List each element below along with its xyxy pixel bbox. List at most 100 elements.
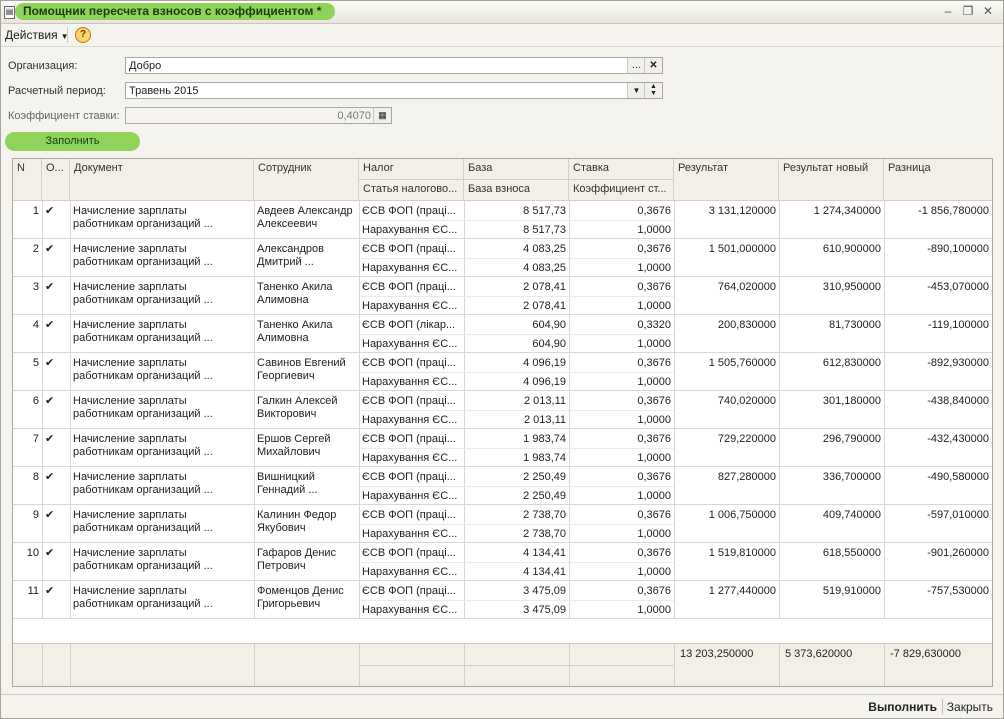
header-tax[interactable]: Налог — [359, 159, 464, 180]
checkmark-icon[interactable]: ✔ — [42, 433, 70, 446]
org-value: Добро — [129, 60, 162, 72]
cell-rate: 0,3676 — [637, 433, 671, 445]
checkmark-icon[interactable]: ✔ — [42, 585, 70, 598]
cell-res: 3 131,120000 — [708, 205, 776, 217]
dropdown-arrow-icon[interactable]: ▼ — [627, 83, 645, 98]
footer-divider — [70, 644, 71, 686]
cell-base: 2 250,49 — [523, 471, 566, 483]
cell-n: 4 — [32, 319, 39, 331]
cell-tax-sub: Нарахування ЄС... — [362, 528, 458, 540]
header-rate-coefficient[interactable]: Коэффициент ст... — [569, 180, 674, 201]
cell-doc-line1: Начисление зарплаты — [73, 395, 187, 407]
cell-tax-sub: Нарахування ЄС... — [362, 414, 458, 426]
checkmark-icon[interactable]: ✔ — [42, 243, 70, 256]
cell-tax-sub: Нарахування ЄС... — [362, 300, 458, 312]
header-contribution-base[interactable]: База взноса — [464, 180, 569, 201]
cell-diff: -438,840000 — [927, 395, 989, 407]
spin-icon[interactable]: ▲ ▼ — [644, 83, 662, 98]
close-icon[interactable]: ✕ — [979, 3, 997, 19]
minimize-icon[interactable]: – — [939, 3, 957, 19]
cell-base-sub: 2 013,11 — [523, 414, 566, 426]
cell-emp-line2: Викторович — [257, 408, 317, 420]
cell-tax: ЄСВ ФОП (праці... — [362, 509, 456, 521]
cell-rate-sub: 1,0000 — [637, 338, 671, 350]
cell-n: 5 — [32, 357, 39, 369]
checkmark-icon[interactable]: ✔ — [42, 281, 70, 294]
footer-divider — [674, 644, 675, 686]
checkmark-icon[interactable]: ✔ — [42, 357, 70, 370]
cell-base: 2 738,70 — [523, 509, 566, 521]
cell-resnew: 1 274,340000 — [813, 205, 881, 217]
header-o[interactable]: О... — [42, 159, 70, 201]
row-divider — [13, 238, 992, 239]
row-subdivider — [359, 562, 674, 563]
header-rate[interactable]: Ставка — [569, 159, 674, 180]
cell-doc-line1: Начисление зарплаты — [73, 319, 187, 331]
cell-doc-line2: работникам организаций ... — [73, 560, 213, 572]
cell-emp-line1: Таненко Акила — [257, 281, 333, 293]
header-difference[interactable]: Разница — [884, 159, 992, 201]
checkmark-icon[interactable]: ✔ — [42, 547, 70, 560]
cell-base: 2 078,41 — [523, 281, 566, 293]
cell-rate-sub: 1,0000 — [637, 300, 671, 312]
calculator-icon[interactable]: ▦ — [373, 108, 391, 123]
cell-resnew: 81,730000 — [829, 319, 881, 331]
close-button[interactable]: Закрыть — [947, 700, 993, 714]
org-field[interactable]: Добро … ✕ — [125, 57, 663, 74]
header-base[interactable]: База — [464, 159, 569, 180]
cell-base-sub: 3 475,09 — [523, 604, 566, 616]
cell-res: 740,020000 — [717, 395, 776, 407]
checkmark-icon[interactable]: ✔ — [42, 395, 70, 408]
header-result-new[interactable]: Результат новый — [779, 159, 884, 201]
cell-diff: -890,100000 — [927, 243, 989, 255]
data-grid: N О... Документ Сотрудник Налог Статья н… — [12, 158, 993, 687]
cell-tax: ЄСВ ФОП (праці... — [362, 433, 456, 445]
clear-icon[interactable]: ✕ — [644, 58, 662, 73]
cell-rate: 0,3676 — [637, 471, 671, 483]
cell-n: 2 — [32, 243, 39, 255]
cell-doc-line2: работникам организаций ... — [73, 294, 213, 306]
row-subdivider — [359, 220, 674, 221]
cell-base-sub: 2 078,41 — [523, 300, 566, 312]
select-ellipsis-icon[interactable]: … — [627, 58, 645, 73]
cell-resnew: 618,550000 — [822, 547, 881, 559]
cell-diff: -901,260000 — [927, 547, 989, 559]
cell-diff: -490,580000 — [927, 471, 989, 483]
header-n[interactable]: N — [13, 159, 42, 201]
checkmark-icon[interactable]: ✔ — [42, 319, 70, 332]
cell-tax-sub: Нарахування ЄС... — [362, 224, 458, 236]
coef-value: 0,4070 — [337, 110, 371, 122]
cell-emp-line2: Геннадий ... — [257, 484, 318, 496]
cell-tax-sub: Нарахування ЄС... — [362, 490, 458, 502]
cell-emp-line2: Якубович — [257, 522, 306, 534]
header-document[interactable]: Документ — [70, 159, 254, 201]
checkmark-icon[interactable]: ✔ — [42, 205, 70, 218]
cell-res: 1 505,760000 — [708, 357, 776, 369]
coef-field[interactable]: 0,4070 ▦ — [125, 107, 392, 124]
actions-menu[interactable]: Действия ▼ — [5, 27, 69, 43]
cell-diff: -432,430000 — [927, 433, 989, 445]
restore-icon[interactable]: ❐ — [959, 3, 977, 19]
header-employee[interactable]: Сотрудник — [254, 159, 359, 201]
row-subdivider — [359, 410, 674, 411]
header-result[interactable]: Результат — [674, 159, 779, 201]
cell-emp-line2: Григорьевич — [257, 598, 321, 610]
cell-base: 1 983,74 — [523, 433, 566, 445]
row-divider — [13, 504, 992, 505]
execute-button[interactable]: Выполнить — [868, 700, 937, 714]
period-field[interactable]: Травень 2015 ▼ ▲ ▼ — [125, 82, 663, 99]
help-icon[interactable]: ? — [75, 27, 91, 43]
checkmark-icon[interactable]: ✔ — [42, 471, 70, 484]
cell-resnew: 310,950000 — [822, 281, 881, 293]
cell-doc-line1: Начисление зарплаты — [73, 585, 187, 597]
cell-res: 729,220000 — [717, 433, 776, 445]
cell-rate: 0,3676 — [637, 395, 671, 407]
cell-diff: -1 856,780000 — [918, 205, 989, 217]
checkmark-icon[interactable]: ✔ — [42, 509, 70, 522]
cell-resnew: 301,180000 — [822, 395, 881, 407]
fill-button[interactable]: Заполнить — [5, 132, 140, 151]
row-subdivider — [359, 448, 674, 449]
cell-tax-sub: Нарахування ЄС... — [362, 604, 458, 616]
cell-n: 11 — [27, 585, 39, 597]
header-tax-article[interactable]: Статья налогово... — [359, 180, 464, 201]
